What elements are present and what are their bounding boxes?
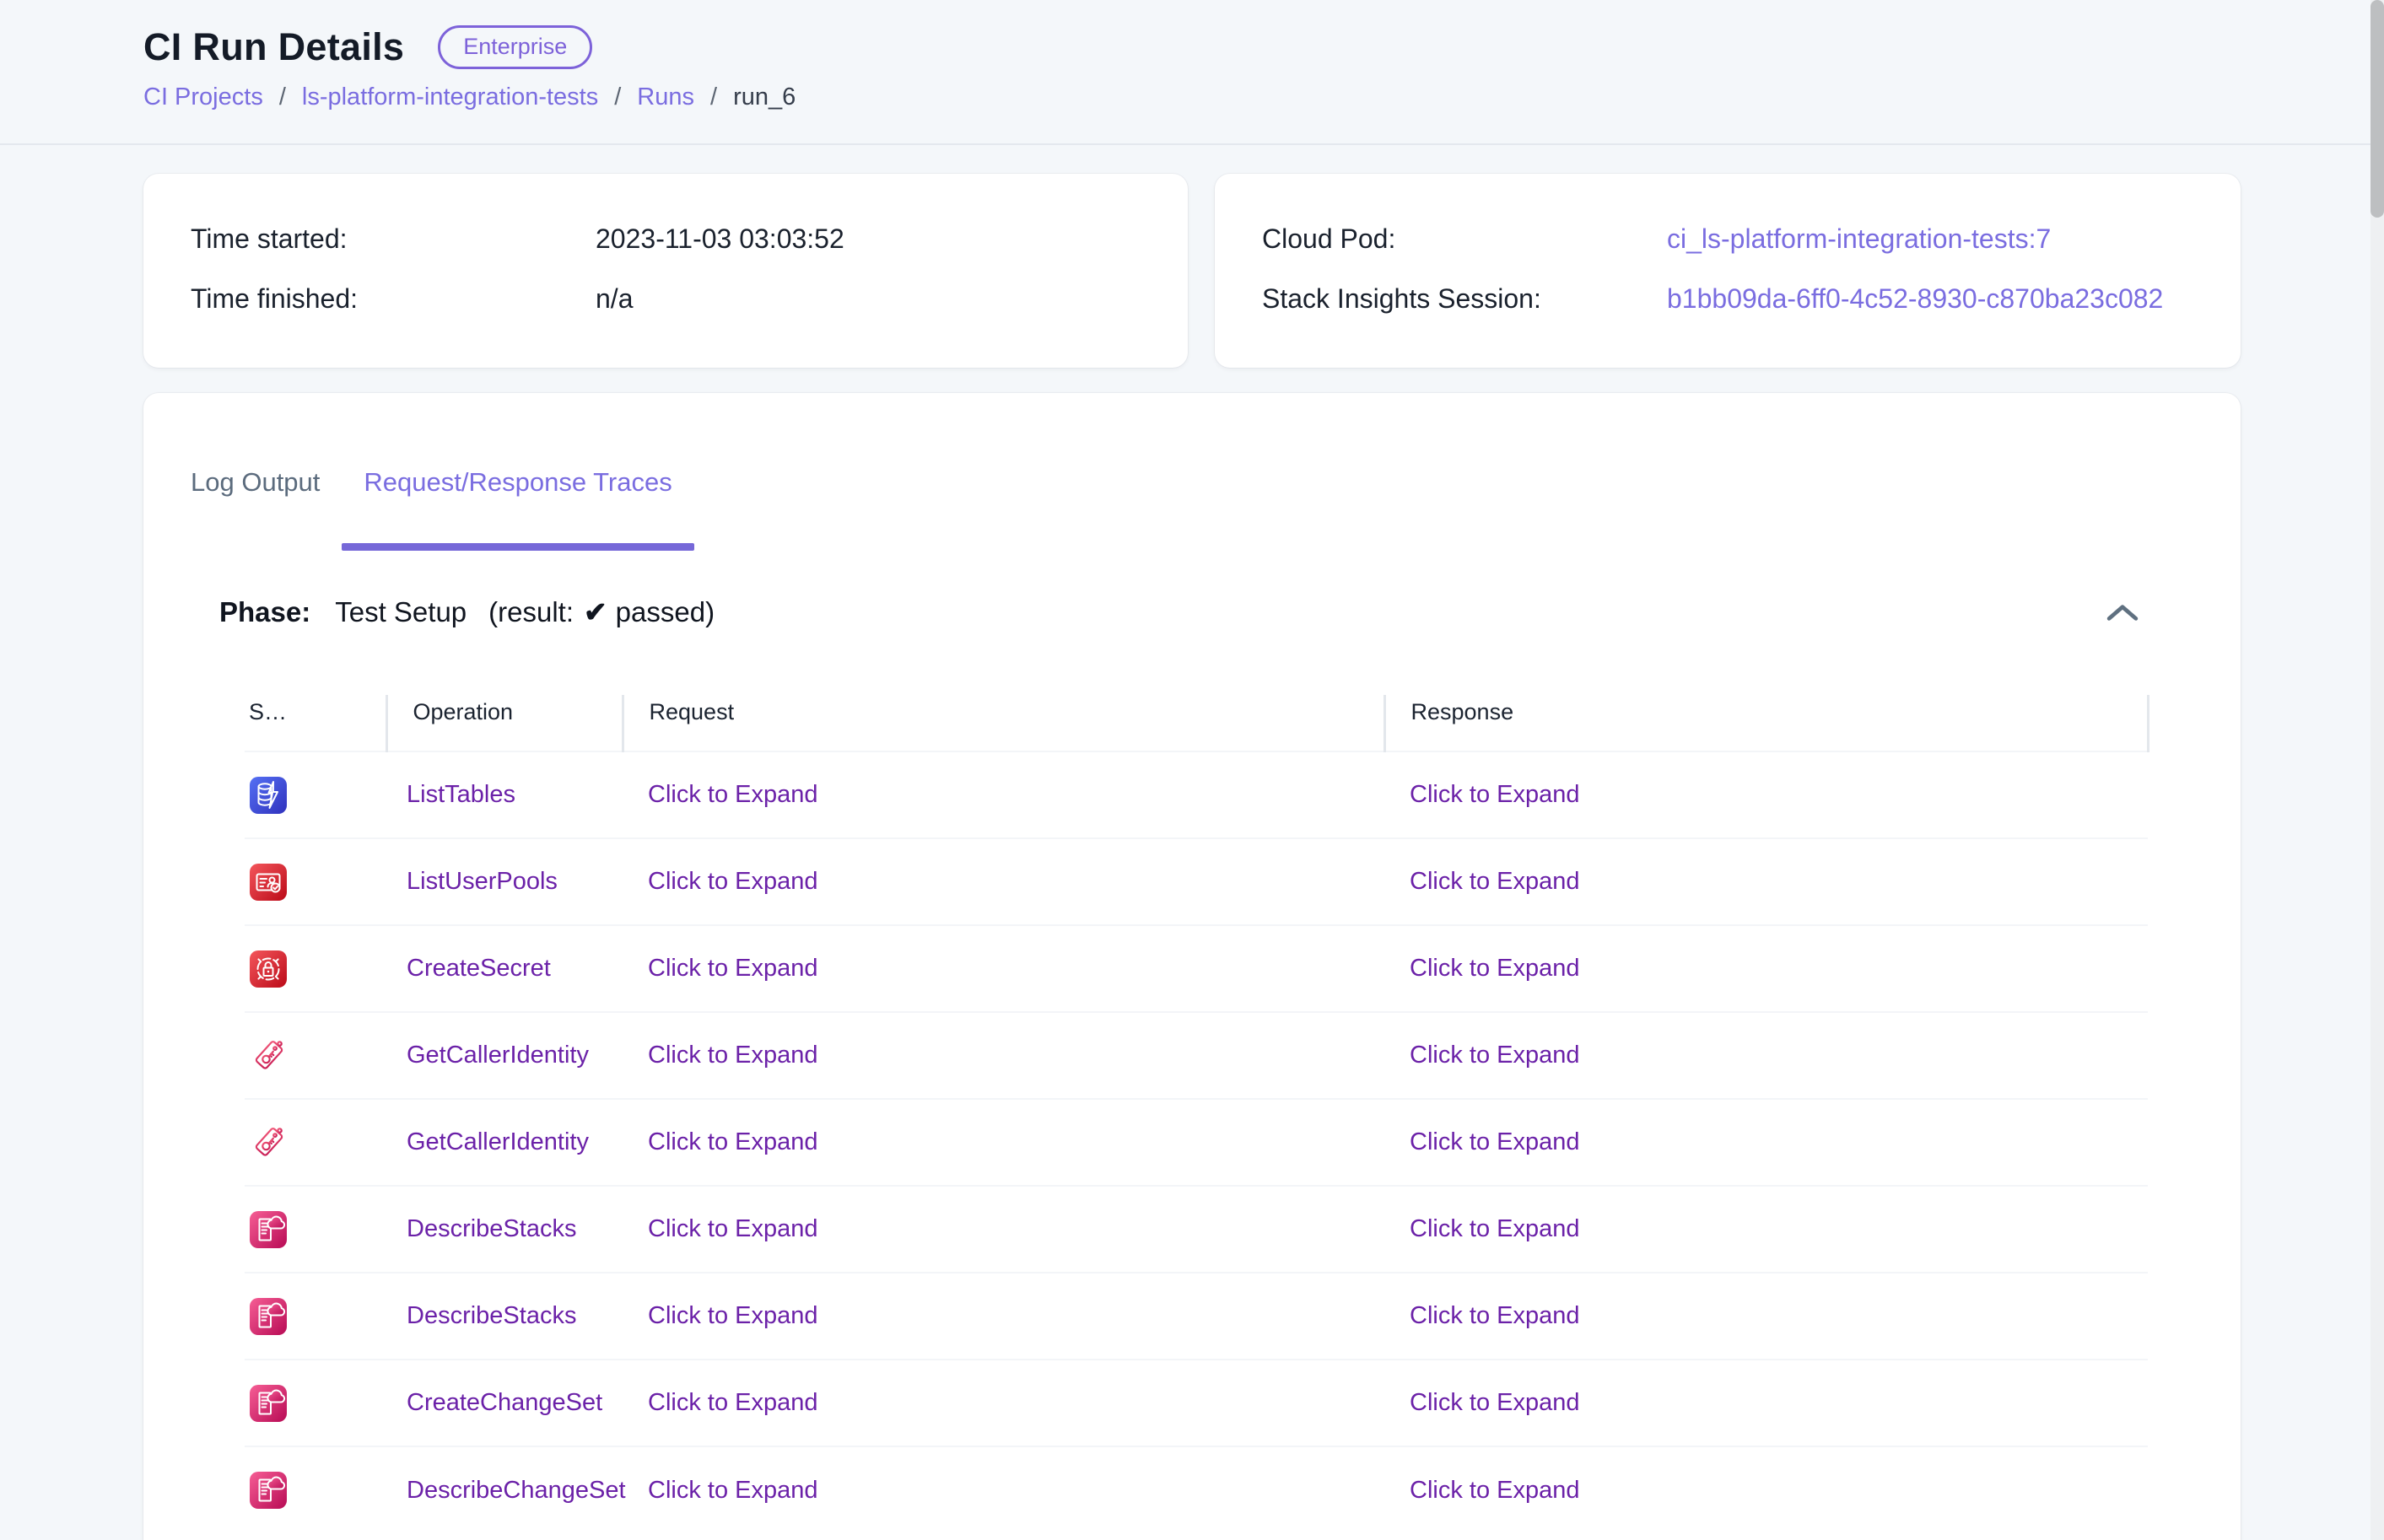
trace-row: ListUserPools Click to Expand Click to E… bbox=[245, 838, 2148, 925]
time-info-card: Time started: 2023-11-03 03:03:52 Time f… bbox=[143, 174, 1188, 368]
column-header-operation: Operation bbox=[386, 695, 623, 751]
breadcrumb-separator: / bbox=[710, 83, 717, 111]
response-expand-link[interactable]: Click to Expand bbox=[1410, 1215, 1580, 1242]
scrollbar-track bbox=[2371, 0, 2384, 1540]
response-expand-link[interactable]: Click to Expand bbox=[1410, 1128, 1580, 1155]
request-expand-link[interactable]: Click to Expand bbox=[648, 1042, 818, 1069]
tab-request-response-traces[interactable]: Request/Response Traces bbox=[342, 467, 693, 543]
breadcrumb-separator: / bbox=[614, 83, 621, 111]
breadcrumb: CI Projects / ls-platform-integration-test… bbox=[143, 83, 2384, 111]
enterprise-badge: Enterprise bbox=[438, 25, 592, 68]
tabs-bar: Log Output Request/Response Traces bbox=[169, 467, 2193, 543]
request-expand-link[interactable]: Click to Expand bbox=[648, 1477, 818, 1504]
column-header-service: S… bbox=[245, 695, 386, 751]
breadcrumb-separator: / bbox=[279, 83, 286, 111]
trace-row: GetCallerIdentity Click to Expand Click … bbox=[245, 1012, 2148, 1099]
sts-service-icon bbox=[249, 1123, 288, 1162]
pod-info-card: Cloud Pod: ci_ls-platform-integration-te… bbox=[1215, 174, 2241, 368]
time-finished-row: Time finished: n/a bbox=[191, 283, 1188, 315]
trace-row: GetCallerIdentity Click to Expand Click … bbox=[245, 1099, 2148, 1186]
main-content: Time started: 2023-11-03 03:03:52 Time f… bbox=[0, 145, 2384, 1540]
trace-row: ListTables Click to Expand Click to Expa… bbox=[245, 751, 2148, 838]
operation-name: GetCallerIdentity bbox=[407, 1042, 589, 1069]
operation-name: GetCallerIdentity bbox=[407, 1128, 589, 1155]
cloudformation-service-icon bbox=[249, 1210, 288, 1249]
collapse-phase-button[interactable] bbox=[2104, 600, 2141, 625]
response-expand-link[interactable]: Click to Expand bbox=[1410, 781, 1580, 808]
cloudformation-service-icon bbox=[249, 1471, 288, 1510]
stack-insights-label: Stack Insights Session: bbox=[1262, 283, 1667, 315]
stack-insights-row: Stack Insights Session: b1bb09da-6ff0-4c… bbox=[1262, 283, 2241, 315]
operation-name: ListTables bbox=[407, 781, 515, 808]
request-expand-link[interactable]: Click to Expand bbox=[648, 868, 818, 895]
dynamodb-service-icon bbox=[249, 776, 288, 815]
trace-row: DescribeChangeSet Click to Expand Click … bbox=[245, 1446, 2148, 1533]
breadcrumb-item-ls-platform-integration-tests[interactable]: ls-platform-integration-tests bbox=[302, 83, 598, 111]
traces-table: S… Operation Request Response ListTables… bbox=[245, 695, 2149, 1533]
time-started-value: 2023-11-03 03:03:52 bbox=[596, 223, 844, 255]
cloud-pod-link[interactable]: ci_ls-platform-integration-tests:7 bbox=[1667, 223, 2051, 255]
phase-text: Phase: Test Setup (result: ✔ passed) bbox=[219, 594, 715, 631]
trace-row: CreateChangeSet Click to Expand Click to… bbox=[245, 1360, 2148, 1446]
column-header-response: Response bbox=[1384, 695, 2148, 751]
page-header: CI Run Details Enterprise CI Projects / ls… bbox=[0, 0, 2384, 145]
cloud-pod-label: Cloud Pod: bbox=[1262, 223, 1667, 255]
request-expand-link[interactable]: Click to Expand bbox=[648, 1128, 818, 1155]
traces-table-wrap: S… Operation Request Response ListTables… bbox=[245, 695, 2187, 1533]
request-expand-link[interactable]: Click to Expand bbox=[648, 1215, 818, 1242]
tab-log-output[interactable]: Log Output bbox=[169, 467, 342, 543]
column-header-request: Request bbox=[623, 695, 1384, 751]
ci-run-details-page: CI Run Details Enterprise CI Projects / ls… bbox=[0, 0, 2384, 1540]
traces-card: Log Output Request/Response Traces Phase… bbox=[143, 393, 2241, 1540]
secrets-manager-service-icon bbox=[249, 950, 288, 988]
trace-row: DescribeStacks Click to Expand Click to … bbox=[245, 1273, 2148, 1360]
phase-result-prefix: (result: bbox=[488, 596, 574, 627]
operation-name: DescribeStacks bbox=[407, 1215, 576, 1242]
cognito-service-icon bbox=[249, 863, 288, 902]
request-expand-link[interactable]: Click to Expand bbox=[648, 781, 818, 808]
cloudformation-service-icon bbox=[249, 1384, 288, 1423]
check-icon: ✔ bbox=[584, 596, 607, 627]
time-started-label: Time started: bbox=[191, 223, 596, 255]
phase-header: Phase: Test Setup (result: ✔ passed) bbox=[191, 594, 2193, 631]
tab-request-response-traces-label: Request/Response Traces bbox=[364, 467, 672, 497]
time-started-row: Time started: 2023-11-03 03:03:52 bbox=[191, 223, 1188, 255]
cloudformation-service-icon bbox=[249, 1297, 288, 1336]
operation-name: ListUserPools bbox=[407, 868, 558, 895]
active-tab-underline bbox=[342, 543, 693, 551]
operation-name: DescribeChangeSet bbox=[407, 1477, 626, 1504]
phase-label: Phase: bbox=[219, 596, 310, 627]
title-row: CI Run Details Enterprise bbox=[143, 25, 2384, 69]
operation-name: DescribeStacks bbox=[407, 1302, 576, 1329]
response-expand-link[interactable]: Click to Expand bbox=[1410, 868, 1580, 895]
time-finished-label: Time finished: bbox=[191, 283, 596, 315]
response-expand-link[interactable]: Click to Expand bbox=[1410, 1477, 1580, 1504]
response-expand-link[interactable]: Click to Expand bbox=[1410, 1389, 1580, 1416]
response-expand-link[interactable]: Click to Expand bbox=[1410, 1302, 1580, 1329]
breadcrumb-item-runs[interactable]: Runs bbox=[637, 83, 694, 111]
operation-name: CreateSecret bbox=[407, 955, 551, 982]
request-expand-link[interactable]: Click to Expand bbox=[648, 1302, 818, 1329]
phase-result-text: passed) bbox=[616, 596, 715, 627]
scrollbar-thumb[interactable] bbox=[2371, 0, 2384, 218]
chevron-up-icon bbox=[2106, 602, 2139, 622]
trace-row: CreateSecret Click to Expand Click to Ex… bbox=[245, 925, 2148, 1012]
table-header-row: S… Operation Request Response bbox=[245, 695, 2148, 751]
request-expand-link[interactable]: Click to Expand bbox=[648, 1389, 818, 1416]
sts-service-icon bbox=[249, 1037, 288, 1075]
response-expand-link[interactable]: Click to Expand bbox=[1410, 1042, 1580, 1069]
stack-insights-session-link[interactable]: b1bb09da-6ff0-4c52-8930-c870ba23c082 bbox=[1667, 283, 2163, 315]
phase-name: Test Setup bbox=[335, 596, 467, 627]
trace-row: DescribeStacks Click to Expand Click to … bbox=[245, 1186, 2148, 1273]
breadcrumb-item-run-6: run_6 bbox=[733, 83, 796, 111]
time-finished-value: n/a bbox=[596, 283, 633, 315]
page-title: CI Run Details bbox=[143, 25, 404, 69]
operation-name: CreateChangeSet bbox=[407, 1389, 602, 1416]
breadcrumb-item-ci-projects[interactable]: CI Projects bbox=[143, 83, 263, 111]
cloud-pod-row: Cloud Pod: ci_ls-platform-integration-te… bbox=[1262, 223, 2241, 255]
summary-cards: Time started: 2023-11-03 03:03:52 Time f… bbox=[143, 174, 2241, 368]
response-expand-link[interactable]: Click to Expand bbox=[1410, 955, 1580, 982]
request-expand-link[interactable]: Click to Expand bbox=[648, 955, 818, 982]
